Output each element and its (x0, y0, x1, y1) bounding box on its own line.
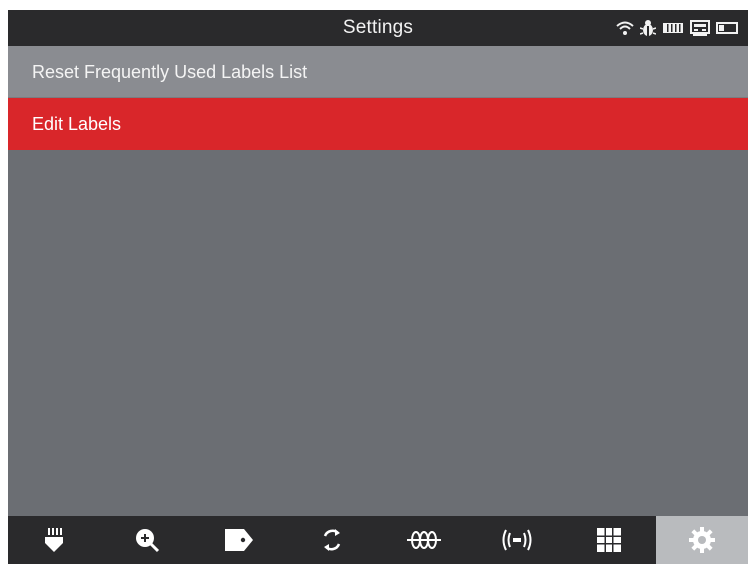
menu-item-label: Edit Labels (32, 114, 122, 134)
toolbar-zoom-button[interactable] (101, 516, 194, 564)
toolbar-label-button[interactable] (193, 516, 286, 564)
label-tag-icon (224, 528, 254, 552)
zoom-in-icon (134, 527, 160, 553)
bottom-toolbar (8, 516, 748, 564)
toolbar-coil-button[interactable] (378, 516, 471, 564)
toolbar-grid-button[interactable] (563, 516, 656, 564)
status-icons (616, 18, 738, 38)
bug-icon (640, 19, 656, 37)
toolbar-probe-button[interactable] (8, 516, 101, 564)
toolbar-signal-button[interactable] (471, 516, 564, 564)
refresh-icon (320, 527, 344, 553)
menu-item-edit-labels[interactable]: Edit Labels (8, 98, 748, 150)
menu-item-reset-labels[interactable]: Reset Frequently Used Labels List (8, 46, 748, 98)
title-bar: Settings (8, 10, 748, 46)
menu-item-label: Reset Frequently Used Labels List (32, 62, 308, 82)
gear-icon (688, 526, 716, 554)
content-area (8, 150, 748, 516)
grid-icon (596, 527, 622, 553)
probe-icon (41, 527, 67, 553)
wifi-icon (616, 20, 634, 36)
toolbar-refresh-button[interactable] (286, 516, 379, 564)
coil-icon (407, 529, 442, 551)
battery-icon (662, 21, 684, 35)
battery-outline-icon (716, 21, 738, 35)
device-icon (690, 20, 710, 36)
toolbar-settings-button[interactable] (655, 516, 748, 564)
signal-icon (500, 527, 534, 553)
settings-menu: Reset Frequently Used Labels List Edit L… (8, 46, 748, 150)
device-screen: Settings Reset Frequently Used Labels Li… (8, 10, 748, 564)
